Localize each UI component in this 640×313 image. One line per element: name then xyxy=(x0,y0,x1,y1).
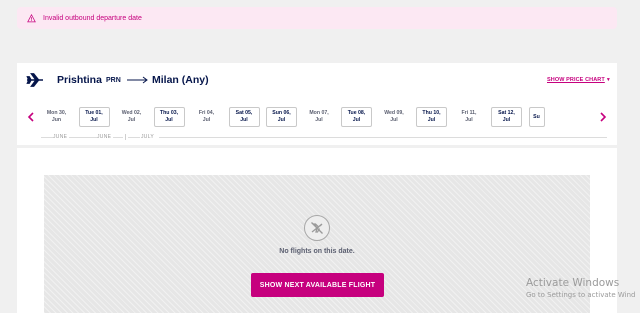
flight-selection-card: Prishtina PRN Milan (Any) SHOW PRICE CHA… xyxy=(17,63,617,313)
windows-activation-watermark: Activate Windows Go to Settings to activ… xyxy=(526,277,636,299)
date-selector: Su Sat 12, Jul Fri 11, Jul Thu 10, Jul Wed 09, J… xyxy=(17,105,617,129)
date-month: Jul xyxy=(90,117,98,123)
timeline-line xyxy=(113,137,123,138)
date-option[interactable]: Tue 01, Jul xyxy=(78,107,110,127)
date-option[interactable]: Fri 04, Jul xyxy=(191,107,222,127)
month-divider xyxy=(125,134,126,140)
date-option[interactable]: Su xyxy=(528,107,545,127)
no-flights-message: No flights on this date. xyxy=(279,248,355,255)
origin-code: PRN xyxy=(106,77,121,84)
destination-city[interactable]: Milan (Any) xyxy=(152,74,209,86)
date-month: Jul xyxy=(465,117,473,123)
alert-message: Invalid outbound departure date xyxy=(43,14,142,22)
date-month: Jul xyxy=(427,117,436,123)
date-option[interactable]: Thu 10, Jul xyxy=(416,107,447,127)
month-label: JULY xyxy=(141,134,155,140)
date-option[interactable]: Wed 02, Jul xyxy=(116,107,147,127)
month-timeline: JUNE JUNE JULY xyxy=(17,133,617,141)
date-weekday-day: Tue 01, xyxy=(85,110,103,116)
date-option[interactable]: Wed 09, Jul xyxy=(379,107,410,127)
date-option[interactable]: Sat 05, Jul xyxy=(228,107,260,127)
date-month: Jul xyxy=(240,117,248,123)
date-weekday-day: Fri 04, xyxy=(198,110,215,116)
route-arrow-icon xyxy=(127,76,148,84)
date-month: Jul xyxy=(352,117,361,123)
price-chart-label: SHOW PRICE CHART xyxy=(547,77,605,83)
show-next-available-flight-button[interactable]: SHOW NEXT AVAILABLE FLIGHT xyxy=(251,273,384,297)
date-option[interactable]: Sat 12, Jul xyxy=(491,107,522,127)
month-label: JUNE xyxy=(97,134,112,140)
chevron-left-icon xyxy=(27,112,34,122)
route-header: Prishtina PRN Milan (Any) SHOW PRICE CHA… xyxy=(17,63,617,97)
date-month: Jul xyxy=(502,117,511,123)
previous-dates-button[interactable] xyxy=(27,112,35,122)
section-divider xyxy=(17,145,617,148)
airplane-icon xyxy=(26,73,43,87)
date-month: Jul xyxy=(390,117,398,123)
date-option[interactable]: Tue 08, Jul xyxy=(341,107,372,127)
date-weekday-day: Wed 09, xyxy=(384,110,404,116)
crossed-airplane-icon xyxy=(311,222,323,234)
date-weekday-day: Mon 07, xyxy=(309,110,329,116)
date-month: Jun xyxy=(51,117,62,123)
date-option[interactable]: Mon 07, Jul xyxy=(304,107,335,127)
timeline-line xyxy=(69,137,97,138)
origin-city: Prishtina xyxy=(57,74,102,86)
date-option[interactable]: Thu 03, Jul xyxy=(153,107,185,127)
date-option[interactable]: Fri 11, Jul xyxy=(454,107,485,127)
next-dates-button[interactable] xyxy=(599,112,607,122)
watermark-subtitle: Go to Settings to activate Wind xyxy=(526,291,636,299)
watermark-title: Activate Windows xyxy=(526,277,620,289)
date-weekday-day: Sun 06, xyxy=(272,110,291,116)
warning-icon xyxy=(27,13,36,22)
date-weekday-day: Mon 30, xyxy=(46,110,67,116)
date-month: Jul xyxy=(165,117,173,123)
date-weekday-day: Sat 12, xyxy=(498,110,515,116)
date-weekday-day: Wed 02, xyxy=(121,110,142,116)
date-weekday-day: Sat 05, xyxy=(235,110,253,116)
chevron-down-icon: ▼ xyxy=(605,77,611,83)
date-weekday-day: Tue 08, xyxy=(347,110,366,116)
date-month: Jul xyxy=(202,117,211,123)
date-option[interactable]: Mon 30, Jun xyxy=(41,107,72,127)
no-flights-icon xyxy=(304,215,330,241)
date-month: Jul xyxy=(127,117,136,123)
timeline-line xyxy=(159,137,607,138)
show-price-chart-link[interactable]: SHOW PRICE CHART▼ xyxy=(547,77,611,83)
timeline-line xyxy=(128,137,140,138)
date-weekday-day: Fri 11, xyxy=(461,110,477,116)
date-option[interactable]: Sun 06, Jul xyxy=(266,107,297,127)
timeline-line xyxy=(41,137,53,138)
date-weekday-day: Thu 10, xyxy=(422,110,441,116)
month-label: JUNE xyxy=(53,134,68,140)
date-weekday-day: Thu 03, xyxy=(159,110,179,116)
error-alert: Invalid outbound departure date xyxy=(17,7,617,29)
date-weekday-day: Su xyxy=(533,113,540,120)
date-month: Jul xyxy=(315,117,323,123)
chevron-right-icon xyxy=(600,112,607,122)
date-month: Jul xyxy=(277,117,286,123)
